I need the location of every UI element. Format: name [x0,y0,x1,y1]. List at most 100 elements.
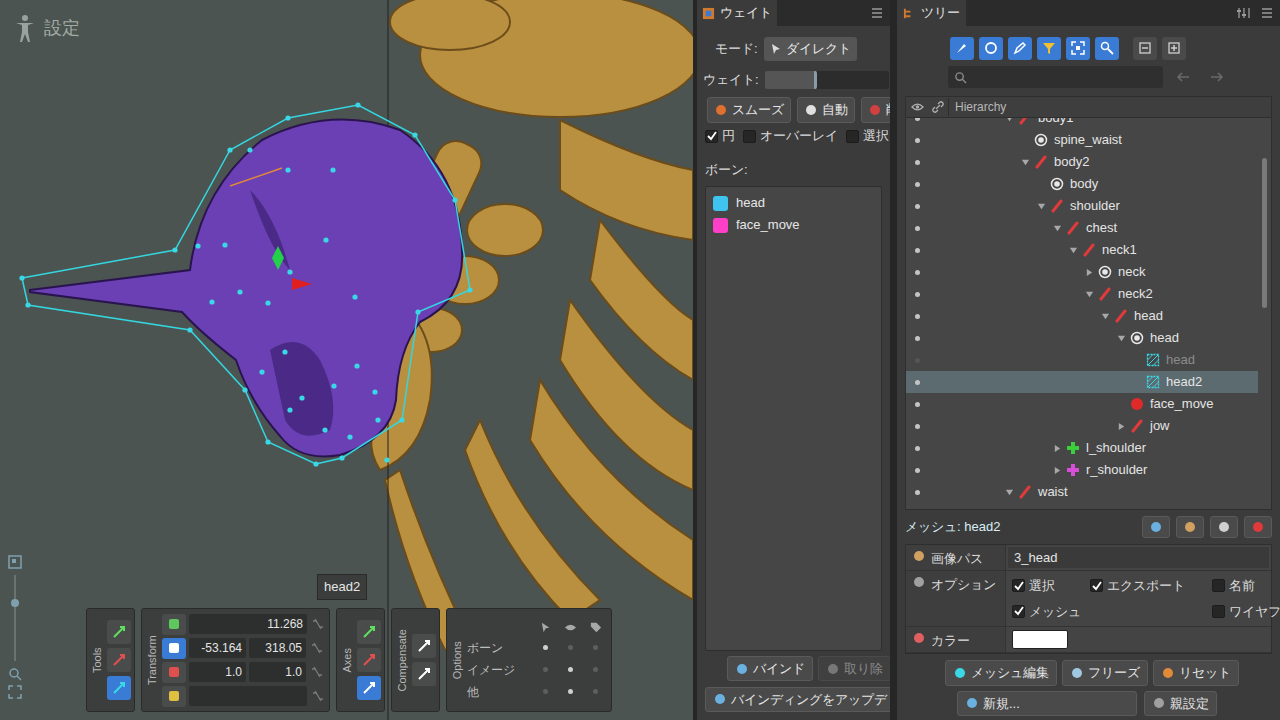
viewport[interactable]: 設定head2ToolsTransform11.268-53.164318.05… [0,0,693,720]
expand-toggle[interactable] [1001,118,1017,126]
expand-toggle[interactable] [1049,440,1065,456]
expand-toggle[interactable] [1033,198,1049,214]
axis-button[interactable] [357,648,381,672]
option-toggle[interactable] [543,689,548,694]
expand-toggle[interactable] [1017,154,1033,170]
tree-row[interactable]: body2 [906,151,1258,173]
value-field[interactable] [189,686,307,706]
bone-list[interactable]: headface_move [705,186,882,651]
visibility-toggle[interactable] [915,446,920,451]
checkbox[interactable] [1090,579,1103,592]
tree-scrollbar[interactable] [1258,118,1271,509]
transform-mode-button[interactable] [162,686,186,707]
axis-button[interactable] [357,676,381,700]
image-path-field[interactable]: 3_head [1008,547,1269,568]
value-field[interactable]: -53.164 [189,638,246,658]
property-action-button[interactable] [1210,516,1238,538]
tree-row[interactable]: jow [906,415,1258,437]
visibility-toggle[interactable] [915,336,920,341]
expand-toggle[interactable] [1049,462,1065,478]
expand-toggle[interactable] [1049,220,1065,236]
weight-tool-button[interactable]: 削 [861,97,890,123]
visibility-toggle[interactable] [915,118,920,121]
tree-row[interactable]: shoulder [906,195,1258,217]
checkbox[interactable] [1012,605,1025,618]
tree-row[interactable]: spine_waist [906,129,1258,151]
tree-row[interactable]: l_shoulder [906,437,1258,459]
visibility-toggle[interactable] [915,314,920,319]
option-toggle[interactable] [543,645,548,650]
visibility-toggle[interactable] [915,380,920,385]
visibility-toggle[interactable] [915,182,920,187]
transform-mode-button[interactable] [162,662,186,683]
mode-dropdown[interactable]: ダイレクト [764,37,857,61]
value-field[interactable]: 1.0 [189,662,246,682]
filter-button[interactable] [1133,37,1157,60]
option-check[interactable]: エクスポート [1090,576,1212,596]
value-field[interactable]: 318.05 [249,638,306,658]
tree-row[interactable]: head [906,349,1258,371]
expand-toggle[interactable] [1113,418,1129,434]
compensate-button[interactable] [412,662,436,686]
tree-row[interactable]: waist [906,481,1258,503]
tree-row[interactable]: head2 [906,371,1258,393]
action-button[interactable]: メッシュ編集 [945,660,1057,686]
visibility-toggle[interactable] [915,468,920,473]
option-check[interactable]: 選択 [1012,576,1090,596]
expand-toggle[interactable] [1113,330,1129,346]
tool-button[interactable] [107,676,131,700]
tree-row[interactable]: body [906,173,1258,195]
filter-button[interactable] [1008,37,1032,60]
bind-button[interactable]: バインド [727,656,813,682]
value-field[interactable]: 1.0 [249,662,306,682]
expand-toggle[interactable] [1097,308,1113,324]
tree-row[interactable]: head [906,327,1258,349]
tree-row[interactable]: face_move [906,393,1258,415]
filter-button[interactable] [950,37,974,60]
tree-row[interactable]: neck2 [906,283,1258,305]
expand-toggle[interactable] [1065,242,1081,258]
filter-button[interactable] [979,37,1003,60]
action-button[interactable]: 親設定 [1144,691,1217,717]
tree-row[interactable]: r_shoulder [906,459,1258,481]
option-toggle[interactable] [593,667,598,672]
expand-toggle[interactable] [1081,264,1097,280]
scrollbar-thumb[interactable] [1262,158,1267,308]
zoom-control[interactable] [8,555,22,699]
filter-button[interactable] [1095,37,1119,60]
option-check[interactable]: 名前 [1212,576,1280,596]
checkbox[interactable] [1212,579,1225,592]
option-toggle[interactable] [568,667,573,672]
visibility-toggle[interactable] [915,138,920,143]
property-action-button[interactable] [1142,516,1170,538]
visibility-toggle[interactable] [915,490,920,495]
value-field[interactable]: 11.268 [189,614,307,634]
checkbox[interactable] [743,130,756,143]
option-check[interactable]: ワイヤフレーム [1212,602,1280,622]
tree-row[interactable]: chest [906,217,1258,239]
tool-button[interactable] [107,648,131,672]
weight-tool-button[interactable]: スムーズ [707,97,791,123]
checkbox[interactable] [846,130,859,143]
visibility-toggle[interactable] [915,402,920,407]
property-action-button[interactable] [1176,516,1204,538]
color-swatch[interactable] [1012,630,1068,649]
checkbox[interactable] [1212,605,1225,618]
visibility-toggle[interactable] [915,270,920,275]
action-button[interactable]: リセット [1153,660,1239,686]
weight-tool-button[interactable]: 自動 [797,97,855,123]
option-toggle[interactable] [568,645,573,650]
tree-row[interactable]: body1 [906,118,1258,129]
weight-slider[interactable] [765,71,889,89]
filter-button[interactable] [1162,37,1186,60]
tree-tab[interactable]: ツリー [897,0,966,26]
expand-toggle[interactable] [1001,484,1017,500]
update-binding-button[interactable]: バインディングをアップデ [705,687,890,713]
property-action-button[interactable] [1244,516,1272,538]
visibility-toggle[interactable] [915,226,920,231]
option-toggle[interactable] [568,689,573,694]
action-button[interactable]: 新規... [957,691,1137,717]
bone-item[interactable]: face_move [706,214,881,236]
filter-button[interactable] [1066,37,1090,60]
bone-item[interactable]: head [706,192,881,214]
